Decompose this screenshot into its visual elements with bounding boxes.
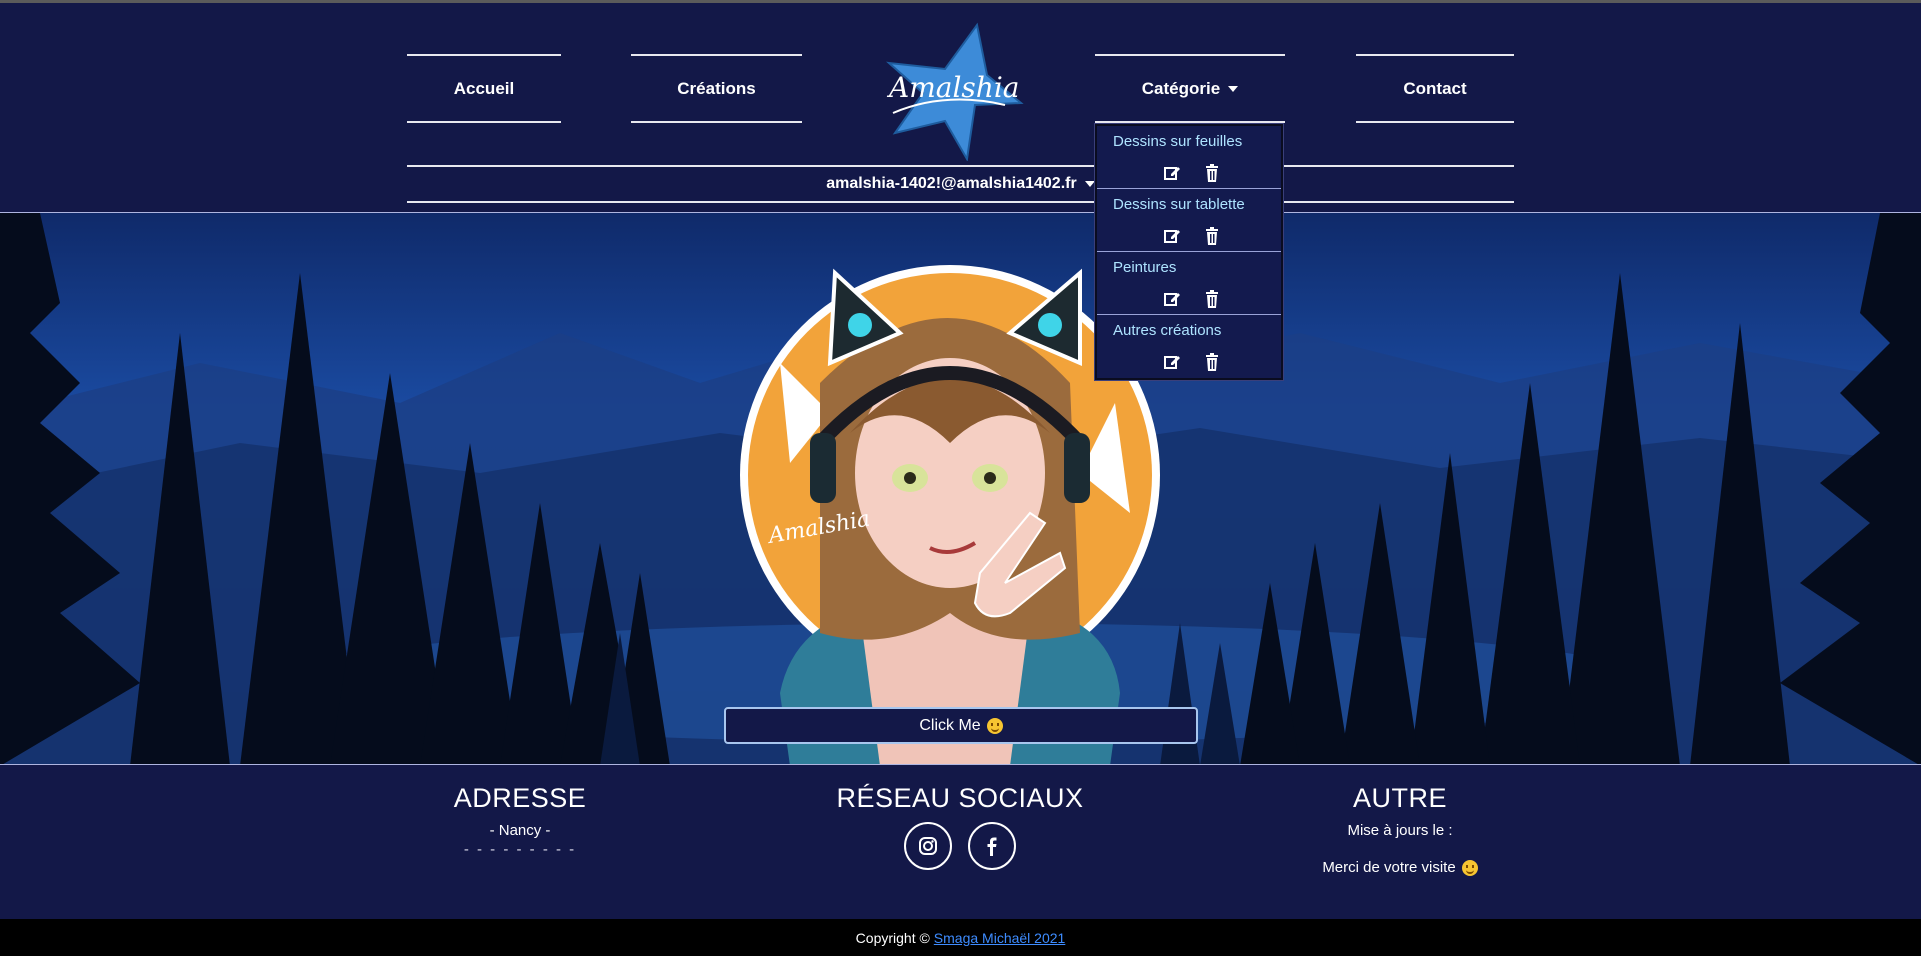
footer-address: ADRESSE - Nancy - - - - - - - - - - bbox=[420, 765, 620, 858]
site-footer: ADRESSE - Nancy - - - - - - - - - - RÉSE… bbox=[0, 765, 1921, 919]
footer-social: RÉSEAU SOCIAUX bbox=[810, 765, 1110, 870]
site-header: Accueil Créations Amalshia Catégorie Con… bbox=[0, 3, 1921, 212]
footer-other-title: AUTRE bbox=[1352, 783, 1447, 813]
account-bar: amalshia-1402!@amalshia1402.fr bbox=[407, 165, 1514, 203]
nav-category-label: Catégorie bbox=[1141, 78, 1221, 98]
forest-background: Amalshia bbox=[0, 213, 1921, 764]
category-actions bbox=[1163, 164, 1221, 182]
edit-icon[interactable] bbox=[1163, 164, 1181, 182]
account-email: amalshia-1402!@amalshia1402.fr bbox=[826, 175, 1077, 192]
category-actions bbox=[1163, 290, 1221, 308]
account-menu-toggle[interactable]: amalshia-1402!@amalshia1402.fr bbox=[407, 167, 1514, 201]
nav-creations[interactable]: Créations bbox=[631, 54, 802, 123]
facebook-icon[interactable] bbox=[968, 822, 1016, 870]
footer-thanks: Merci de votre visite bbox=[1250, 859, 1550, 877]
click-me-label: Click Me bbox=[919, 716, 981, 734]
category-menu-item-label[interactable]: Dessins sur feuilles bbox=[1113, 133, 1242, 150]
social-links bbox=[810, 822, 1110, 870]
logo-text: Amalshia bbox=[886, 71, 1019, 104]
category-menu-item-label[interactable]: Autres créations bbox=[1113, 322, 1221, 339]
category-menu-item: Peintures bbox=[1097, 252, 1281, 315]
nav-category[interactable]: Catégorie bbox=[1095, 54, 1285, 123]
click-me-button[interactable]: Click Me bbox=[724, 707, 1198, 744]
category-menu-item: Dessins sur tablette bbox=[1097, 189, 1281, 252]
category-menu-item: Dessins sur feuilles bbox=[1097, 126, 1281, 189]
edit-icon[interactable] bbox=[1163, 227, 1181, 245]
category-dropdown-menu: Dessins sur feuilles Dessins sur tablett… bbox=[1095, 124, 1283, 380]
copyright-prefix: Copyright © bbox=[855, 929, 930, 946]
footer-address-title: ADRESSE bbox=[453, 783, 587, 813]
footer-address-dashes: - - - - - - - - - bbox=[463, 841, 577, 858]
chevron-down-icon bbox=[1228, 85, 1239, 92]
copyright-bar: Copyright © Smaga Michaël 2021 bbox=[0, 919, 1921, 956]
nav-contact-label: Contact bbox=[1403, 78, 1467, 98]
category-menu-item: Autres créations bbox=[1097, 315, 1281, 378]
footer-update-text: Mise à jours le : bbox=[1347, 822, 1453, 839]
category-actions bbox=[1163, 227, 1221, 245]
footer-address-city: - Nancy - bbox=[489, 822, 551, 839]
edit-icon[interactable] bbox=[1163, 290, 1181, 308]
copyright-author-link[interactable]: Smaga Michaël 2021 bbox=[934, 930, 1066, 946]
edit-icon[interactable] bbox=[1163, 353, 1181, 371]
category-menu-item-label[interactable]: Dessins sur tablette bbox=[1113, 196, 1245, 213]
site-logo[interactable]: Amalshia bbox=[875, 21, 1025, 161]
trash-icon[interactable] bbox=[1203, 353, 1221, 371]
footer-thanks-text: Merci de votre visite bbox=[1322, 859, 1456, 876]
category-actions bbox=[1163, 353, 1221, 371]
hero-banner: Amalshia bbox=[0, 212, 1921, 765]
footer-other: AUTRE Mise à jours le : Merci de votre v… bbox=[1250, 765, 1550, 877]
smile-emoji-icon bbox=[1461, 860, 1478, 877]
chevron-down-icon bbox=[1084, 181, 1095, 187]
trash-icon[interactable] bbox=[1203, 164, 1221, 182]
footer-social-title: RÉSEAU SOCIAUX bbox=[836, 783, 1084, 813]
nav-creations-label: Créations bbox=[677, 78, 756, 98]
instagram-icon[interactable] bbox=[904, 822, 952, 870]
nav-home[interactable]: Accueil bbox=[407, 54, 561, 123]
category-menu-item-label[interactable]: Peintures bbox=[1113, 259, 1176, 276]
nav-home-label: Accueil bbox=[453, 78, 515, 98]
trash-icon[interactable] bbox=[1203, 227, 1221, 245]
nav-contact[interactable]: Contact bbox=[1356, 54, 1514, 123]
smile-emoji-icon bbox=[986, 717, 1003, 734]
trash-icon[interactable] bbox=[1203, 290, 1221, 308]
